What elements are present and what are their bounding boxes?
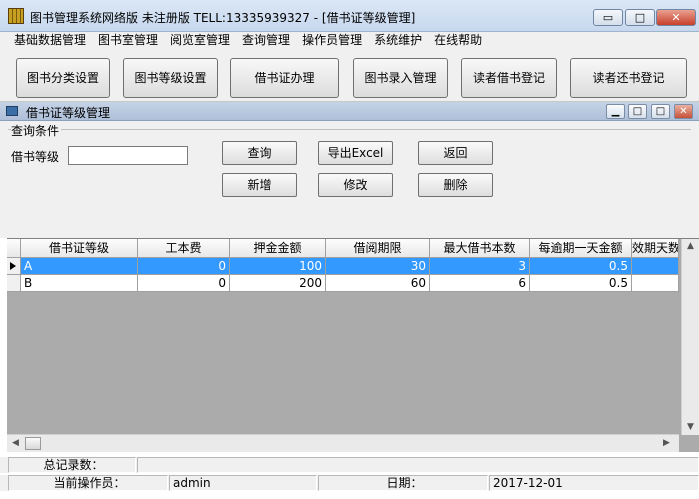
operator-label: 当前操作员： [8,475,168,491]
menu-help[interactable]: 在线帮助 [428,32,488,50]
child-window-titlebar: 借书证等级管理 ▁ □ □ ✕ [0,102,699,121]
horizontal-scroll-thumb[interactable] [25,437,41,450]
child-close-button[interactable]: ✕ [674,104,693,119]
cell-fee[interactable]: 0 [138,258,230,275]
query-button[interactable]: 查询 [222,141,297,165]
operator-status-bar: 当前操作员： admin 日期： 2017-12-01 [0,475,699,491]
book-grade-button[interactable]: 图书等级设置 [123,58,218,98]
menu-library-room[interactable]: 图书室管理 [92,32,164,50]
cell-grade[interactable]: B [21,275,138,292]
scroll-down-icon[interactable]: ▼ [687,422,694,432]
row-indicator[interactable] [7,258,21,275]
child-window-title: 借书证等级管理 [26,106,111,120]
current-row-arrow-icon [10,262,16,270]
cell-period[interactable]: 60 [326,275,430,292]
col-header-deposit[interactable]: 押金金额 [230,239,326,258]
query-group-label: 查询条件 [11,122,62,139]
maximize-button[interactable]: □ [625,9,655,26]
add-button[interactable]: 新增 [222,173,297,197]
col-header-grade[interactable]: 借书证等级 [21,239,138,258]
vertical-scrollbar[interactable]: ▲ ▼ [681,239,699,435]
date-value: 2017-12-01 [489,475,699,491]
grid-corner [7,239,21,258]
cell-grade[interactable]: A [21,258,138,275]
cell-valid-days[interactable] [632,258,679,275]
menu-basic-data[interactable]: 基础数据管理 [8,32,92,50]
cell-overdue-fee[interactable]: 0.5 [530,258,632,275]
book-category-button[interactable]: 图书分类设置 [16,58,110,98]
menu-query[interactable]: 查询管理 [236,32,296,50]
cell-max-books[interactable]: 6 [430,275,530,292]
col-header-fee[interactable]: 工本费 [138,239,230,258]
grade-label: 借书等级 [11,150,60,164]
scroll-up-icon[interactable]: ▲ [687,241,694,251]
scroll-left-icon[interactable]: ◀ [12,438,19,448]
query-group-border [8,129,691,130]
window-title: 图书管理系统网络版 未注册版 TELL:13335939327 - [借书证等级… [30,11,416,25]
operator-value: admin [169,475,317,491]
cell-max-books[interactable]: 3 [430,258,530,275]
menu-bar: 基础数据管理 图书室管理 阅览室管理 查询管理 操作员管理 系统维护 在线帮助 [0,32,699,50]
library-card-button[interactable]: 借书证办理 [230,58,339,98]
date-label: 日期： [318,475,488,491]
cell-overdue-fee[interactable]: 0.5 [530,275,632,292]
back-button[interactable]: 返回 [418,141,493,165]
menu-operator[interactable]: 操作员管理 [296,32,368,50]
cell-period[interactable]: 30 [326,258,430,275]
grade-input[interactable] [68,146,188,165]
book-entry-button[interactable]: 图书录入管理 [353,58,448,98]
edit-button[interactable]: 修改 [318,173,393,197]
col-header-max-books[interactable]: 最大借书本数 [430,239,530,258]
delete-button[interactable]: 删除 [418,173,493,197]
row-indicator[interactable] [7,275,21,292]
record-status-bar: 总记录数： [0,457,699,473]
col-header-overdue-fee[interactable]: 每逾期一天金额 [530,239,632,258]
return-register-button[interactable]: 读者还书登记 [570,58,687,98]
toolbar: 图书分类设置 图书等级设置 借书证办理 图书录入管理 读者借书登记 读者还书登记 [0,50,699,102]
col-header-valid-days[interactable]: 效期天数 [632,239,679,258]
child-minimize-button[interactable]: ▁ [606,104,625,119]
app-icon [8,8,24,24]
query-panel: 查询条件 借书等级 查询 导出Excel 返回 新增 修改 删除 [0,121,699,238]
cell-deposit[interactable]: 100 [230,258,326,275]
scroll-right-icon[interactable]: ▶ [663,438,670,448]
child-maximize-button[interactable]: □ [628,104,647,119]
col-header-period[interactable]: 借阅期限 [326,239,430,258]
child-restore-button[interactable]: □ [651,104,670,119]
cell-valid-days[interactable] [632,275,679,292]
cell-fee[interactable]: 0 [138,275,230,292]
borrow-register-button[interactable]: 读者借书登记 [461,58,557,98]
close-button[interactable]: ✕ [656,9,696,26]
window-titlebar: 图书管理系统网络版 未注册版 TELL:13335939327 - [借书证等级… [0,0,699,32]
form-icon [6,106,18,116]
menu-reading-room[interactable]: 阅览室管理 [164,32,236,50]
menu-maintenance[interactable]: 系统维护 [368,32,428,50]
data-grid[interactable]: 借书证等级 工本费 押金金额 借阅期限 最大借书本数 每逾期一天金额 效期天数 … [7,238,699,452]
minimize-button[interactable]: ▭ [593,9,623,26]
export-excel-button[interactable]: 导出Excel [318,141,393,165]
cell-deposit[interactable]: 200 [230,275,326,292]
record-count-value [137,457,699,473]
horizontal-scrollbar[interactable]: ◀ ▶ [7,434,679,452]
record-count-label: 总记录数： [8,457,136,473]
